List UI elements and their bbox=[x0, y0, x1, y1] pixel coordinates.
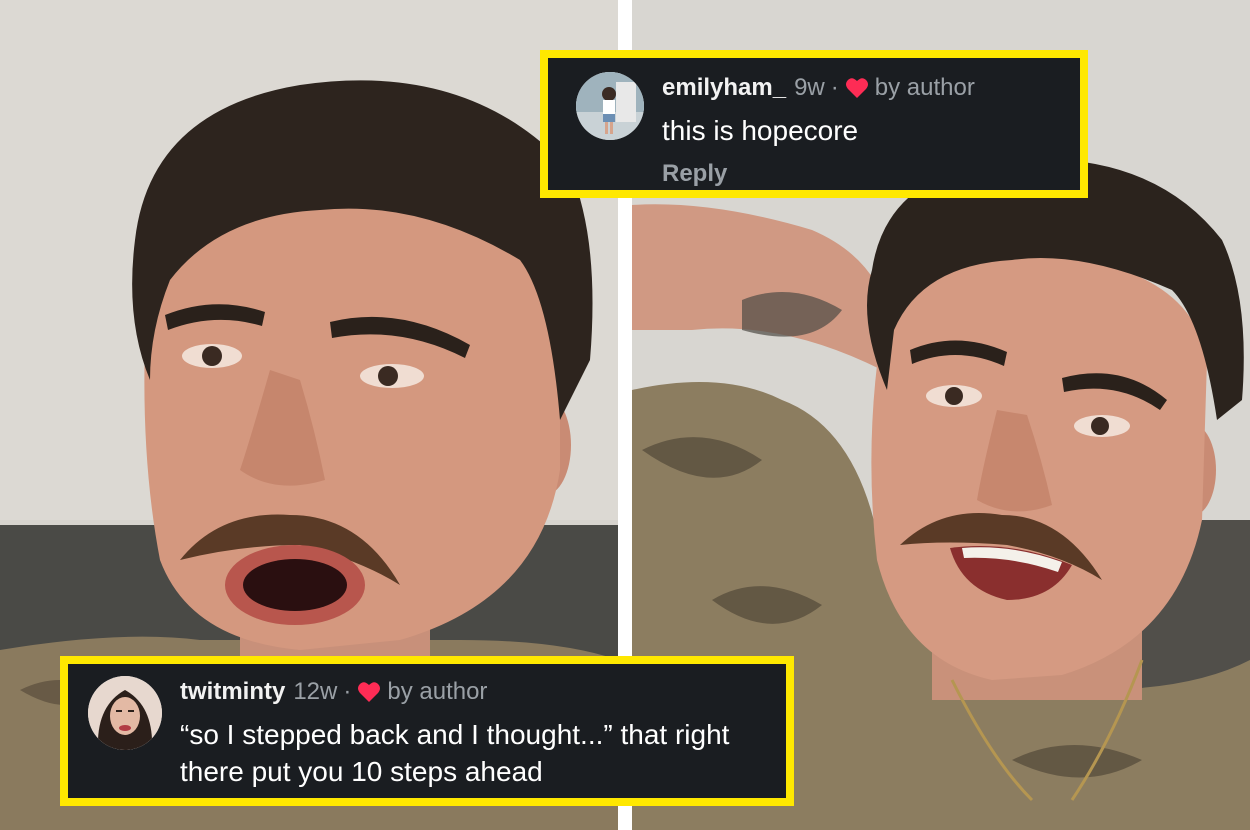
composite-image: emilyham_ 9w · by author this is hopecor… bbox=[0, 0, 1250, 830]
comment-age: 9w bbox=[794, 74, 825, 101]
username[interactable]: emilyham_ bbox=[662, 74, 786, 102]
username[interactable]: twitminty bbox=[180, 678, 285, 706]
avatar[interactable] bbox=[576, 72, 644, 140]
heart-icon bbox=[358, 682, 381, 702]
user-avatar-icon bbox=[576, 72, 644, 140]
liked-by-author-label: by author bbox=[874, 74, 975, 101]
reply-button[interactable]: Reply bbox=[662, 160, 727, 188]
comment-text: “so I stepped back and I thought...” tha… bbox=[180, 719, 730, 787]
separator-dot: · bbox=[830, 74, 839, 101]
comment-meta: emilyham_ 9w · by author bbox=[662, 74, 975, 102]
comment-card-emilyham: emilyham_ 9w · by author this is hopecor… bbox=[540, 50, 1088, 198]
user-avatar-icon bbox=[88, 676, 162, 750]
separator-dot: · bbox=[343, 678, 352, 705]
avatar[interactable] bbox=[88, 676, 162, 750]
heart-icon bbox=[845, 78, 868, 98]
comment-meta: twitminty 12w · by author bbox=[180, 678, 487, 706]
comment-text: this is hopecore bbox=[662, 115, 859, 146]
liked-by-author-label: by author bbox=[387, 678, 488, 705]
comment-card-twitminty: twitminty 12w · by author “so I stepped … bbox=[60, 656, 794, 806]
comment-age: 12w bbox=[293, 678, 338, 705]
